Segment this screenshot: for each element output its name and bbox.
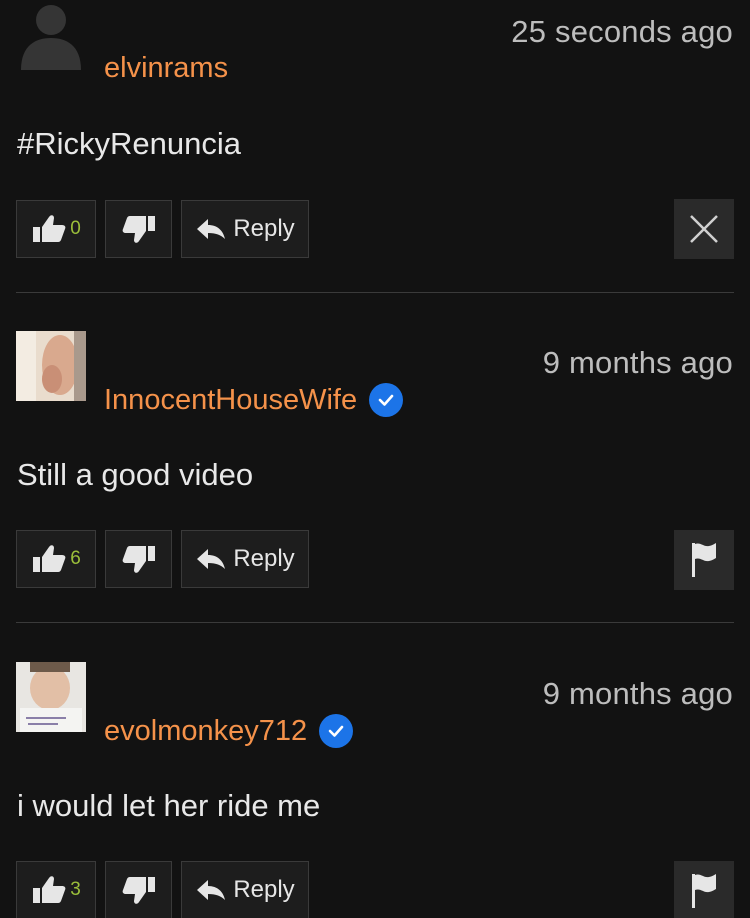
reply-button[interactable]: Reply	[181, 200, 309, 258]
comment-text: #RickyRenuncia	[17, 126, 241, 161]
user-photo-avatar	[16, 331, 86, 401]
username[interactable]: evolmonkey712	[104, 715, 307, 748]
flag-button[interactable]	[674, 530, 734, 590]
reply-label: Reply	[233, 545, 295, 572]
default-avatar-icon	[16, 0, 86, 70]
username[interactable]: elvinrams	[104, 52, 228, 85]
comment-list: 25 seconds ago elvinrams #RickyRenuncia …	[0, 0, 750, 918]
like-count: 6	[70, 548, 81, 569]
divider	[16, 622, 734, 623]
comment-text: i would let her ride me	[17, 788, 321, 823]
dislike-button[interactable]	[105, 530, 172, 588]
thumbs-up-icon	[33, 876, 66, 903]
reply-label: Reply	[233, 215, 295, 242]
reply-arrow-icon	[197, 880, 226, 900]
divider	[16, 292, 734, 293]
reply-button[interactable]: Reply	[181, 530, 309, 588]
flag-button[interactable]	[674, 861, 734, 918]
flag-icon	[692, 874, 716, 908]
comment-timestamp: 9 months ago	[542, 345, 733, 380]
close-icon	[690, 215, 718, 243]
thumbs-down-icon	[122, 216, 155, 243]
avatar[interactable]	[16, 662, 86, 732]
like-button[interactable]: 3	[16, 861, 96, 918]
thumbs-up-icon	[33, 215, 66, 242]
thumbs-down-icon	[122, 877, 155, 904]
username[interactable]: InnocentHouseWife	[104, 384, 357, 417]
thumbs-up-icon	[33, 545, 66, 572]
user-photo-avatar	[16, 662, 86, 732]
delete-button[interactable]	[674, 199, 734, 259]
comment-item: 25 seconds ago elvinrams #RickyRenuncia …	[0, 0, 750, 300]
reply-button[interactable]: Reply	[181, 861, 309, 918]
avatar[interactable]	[16, 331, 86, 401]
like-count: 3	[70, 879, 81, 900]
comment-item: 9 months ago evolmonkey712 i would let h…	[0, 662, 750, 918]
like-button[interactable]: 6	[16, 530, 96, 588]
comment-item: 9 months ago InnocentHouseWife Still a g…	[0, 331, 750, 631]
like-count: 0	[70, 218, 81, 239]
username-row: evolmonkey712	[104, 714, 354, 748]
thumbs-down-icon	[122, 546, 155, 573]
username-row: InnocentHouseWife	[104, 383, 404, 417]
verified-badge-icon	[369, 383, 404, 417]
comment-timestamp: 25 seconds ago	[511, 14, 733, 49]
dislike-button[interactable]	[105, 861, 172, 918]
like-button[interactable]: 0	[16, 200, 96, 258]
verified-badge-icon	[319, 714, 354, 748]
reply-arrow-icon	[197, 549, 226, 569]
username-row: elvinrams	[104, 52, 228, 85]
comment-text: Still a good video	[17, 457, 254, 492]
reply-label: Reply	[233, 876, 295, 903]
flag-icon	[692, 543, 716, 577]
avatar[interactable]	[16, 0, 86, 70]
reply-arrow-icon	[197, 219, 226, 239]
dislike-button[interactable]	[105, 200, 172, 258]
comment-timestamp: 9 months ago	[542, 676, 733, 711]
